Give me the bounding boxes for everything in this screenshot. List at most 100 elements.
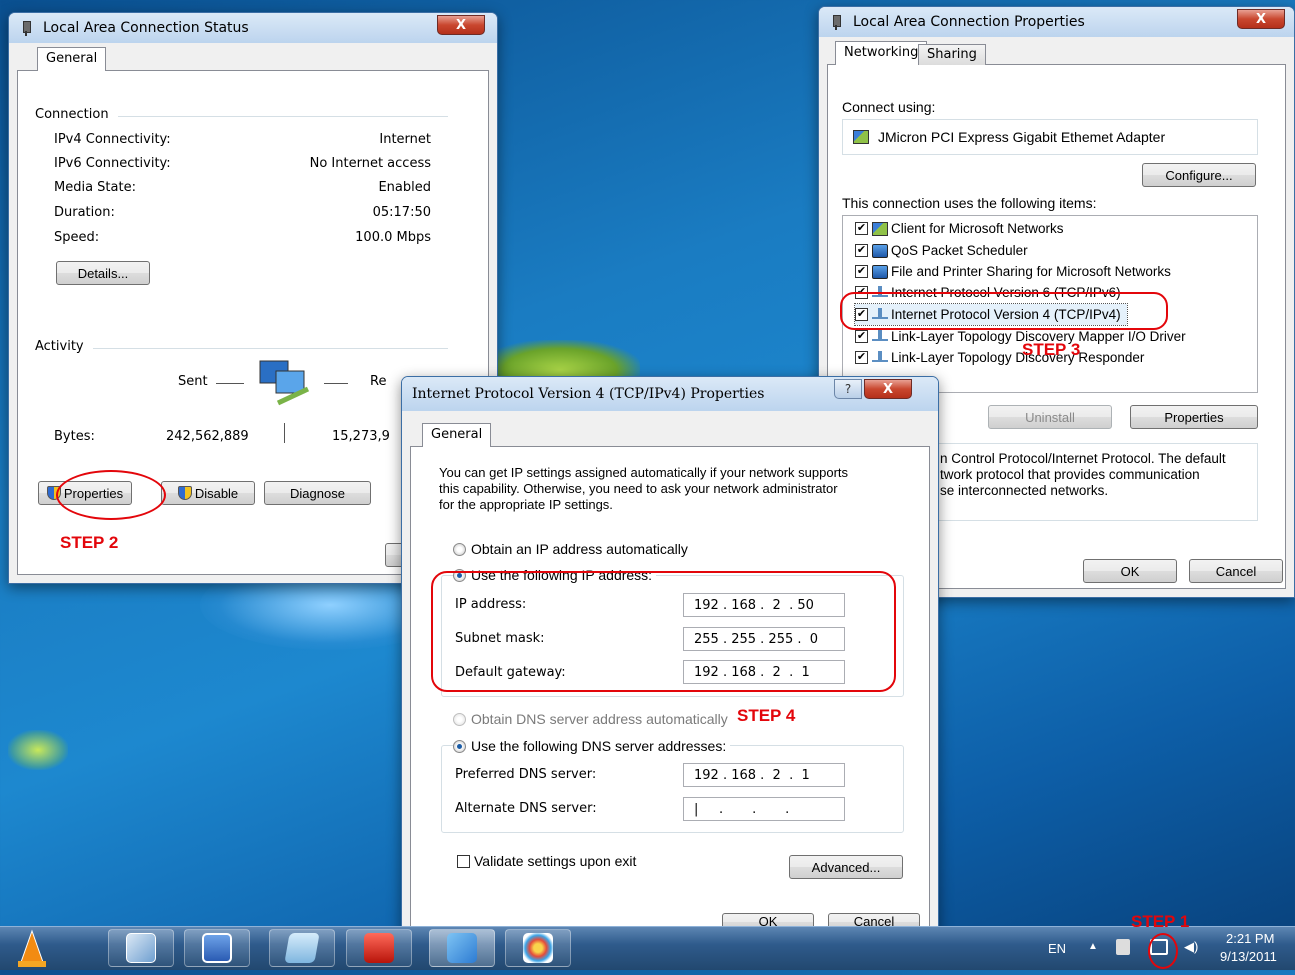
step2-label: STEP 2	[60, 533, 119, 552]
list-item[interactable]: ✔ File and Printer Sharing for Microsoft…	[855, 261, 1171, 282]
speed-label: Speed:	[54, 230, 100, 245]
checkbox-unchecked[interactable]	[457, 855, 470, 868]
configure-button[interactable]: Configure...	[1142, 163, 1256, 187]
validate-checkbox[interactable]: Validate settings upon exit	[457, 853, 636, 869]
adapter-name: JMicron PCI Express Gigabit Ethemet Adap…	[878, 129, 1166, 145]
list-item[interactable]: ✔ Link-Layer Topology Discovery Responde…	[855, 347, 1144, 368]
description-text: n Control Protocol/Internet Protocol. Th…	[940, 451, 1226, 498]
service-icon	[872, 243, 888, 258]
close-button[interactable]: X	[1237, 9, 1285, 29]
step4-label: STEP 4	[737, 706, 796, 725]
item-label: Client for Microsoft Networks	[891, 221, 1064, 236]
vlc-icon[interactable]	[10, 929, 72, 967]
language-indicator[interactable]: EN	[1048, 941, 1066, 956]
received-label: Re	[370, 374, 387, 389]
disable-button-label: Disable	[194, 485, 239, 501]
adapter-icon	[853, 130, 869, 144]
uac-shield-icon	[177, 486, 192, 500]
disable-button[interactable]: Disable	[161, 481, 255, 505]
virtualbox-icon[interactable]	[108, 929, 174, 967]
auto-dns-label: Obtain DNS server address automatically	[471, 711, 728, 727]
list-item[interactable]: ✔ Client for Microsoft Networks	[855, 218, 1064, 239]
protocol-icon	[872, 350, 888, 362]
item-label: File and Printer Sharing for Microsoft N…	[891, 264, 1171, 279]
step3-highlight	[840, 292, 1168, 330]
tab-general[interactable]: General	[37, 47, 107, 71]
wallpaper-leaf	[8, 730, 68, 770]
paint-icon[interactable]	[505, 929, 571, 967]
step4-highlight	[431, 571, 896, 692]
protocol-icon	[872, 329, 888, 341]
tab-sharing[interactable]: Sharing	[918, 44, 986, 65]
word-icon[interactable]	[184, 929, 250, 967]
media-state-label: Media State:	[54, 180, 136, 195]
status-window-titlebar[interactable]: Local Area Connection Status	[9, 13, 497, 43]
auto-dns-radio[interactable]: Obtain DNS server address automatically	[453, 711, 728, 727]
item-properties-button[interactable]: Properties	[1130, 405, 1258, 429]
list-item[interactable]: ✔ QoS Packet Scheduler	[855, 240, 1028, 261]
connection-header: Connection	[35, 107, 109, 122]
taskbar: EN ▲ ◀) 2:21 PM 9/13/2011	[0, 926, 1295, 970]
control-panel-icon[interactable]	[429, 929, 495, 967]
diagnose-button[interactable]: Diagnose	[264, 481, 371, 505]
auto-ip-radio[interactable]: Obtain an IP address automatically	[453, 541, 688, 557]
validate-label: Validate settings upon exit	[474, 853, 637, 869]
activity-header: Activity	[35, 339, 84, 354]
preferred-dns-field[interactable]: 192 . 168 . 2 . 1	[683, 763, 845, 787]
tab-networking[interactable]: Networking	[835, 41, 928, 65]
step3-label: STEP 3	[1022, 340, 1081, 359]
volume-icon[interactable]: ◀)	[1184, 939, 1198, 955]
ok-button[interactable]: OK	[1083, 559, 1177, 583]
preferred-dns-label: Preferred DNS server:	[455, 767, 597, 782]
bytes-received-value: 15,273,9	[332, 429, 390, 444]
items-label: This connection uses the following items…	[842, 195, 1097, 211]
received-line	[324, 383, 348, 384]
advanced-button[interactable]: Advanced...	[789, 855, 903, 879]
notepad-icon[interactable]	[269, 929, 335, 967]
checkbox-checked[interactable]: ✔	[855, 330, 868, 343]
show-hidden-icons[interactable]: ▲	[1088, 941, 1098, 952]
connect-using-label: Connect using:	[842, 99, 936, 115]
item-label: QoS Packet Scheduler	[891, 243, 1028, 258]
network-computers-icon	[258, 359, 318, 409]
uninstall-button[interactable]: Uninstall	[988, 405, 1112, 429]
acrobat-icon[interactable]	[346, 929, 412, 967]
help-button[interactable]: ?	[834, 379, 862, 399]
radio-selected[interactable]	[453, 740, 466, 753]
details-button[interactable]: Details...	[56, 261, 150, 285]
checkbox-checked[interactable]: ✔	[855, 244, 868, 257]
cancel-button[interactable]: Cancel	[1189, 559, 1283, 583]
properties-window-titlebar[interactable]: Local Area Connection Properties	[819, 7, 1294, 37]
radio-unselected[interactable]	[453, 713, 466, 726]
ipv6-connectivity-value: No Internet access	[309, 156, 431, 171]
clock-date[interactable]: 9/13/2011	[1220, 949, 1277, 964]
manual-dns-label: Use the following DNS server addresses:	[471, 738, 727, 754]
alternate-dns-label: Alternate DNS server:	[455, 801, 597, 816]
duration-label: Duration:	[54, 205, 115, 220]
bytes-sent-value: 242,562,889	[166, 429, 249, 444]
tab-general[interactable]: General	[422, 423, 492, 447]
bytes-label: Bytes:	[54, 429, 95, 444]
service-icon	[872, 264, 888, 279]
intro-text: You can get IP settings assigned automat…	[439, 465, 849, 512]
sent-label: Sent	[178, 374, 208, 389]
checkbox-checked[interactable]: ✔	[855, 222, 868, 235]
clock-time[interactable]: 2:21 PM	[1226, 931, 1274, 946]
checkbox-checked[interactable]: ✔	[855, 351, 868, 364]
network-adapter-icon	[19, 20, 33, 36]
checkbox-checked[interactable]: ✔	[855, 265, 868, 278]
speed-value: 100.0 Mbps	[355, 230, 431, 245]
power-icon[interactable]	[1116, 939, 1130, 955]
close-button[interactable]: X	[437, 15, 485, 35]
media-state-value: Enabled	[378, 180, 431, 195]
close-button[interactable]: X	[864, 379, 912, 399]
bytes-divider	[284, 423, 285, 443]
manual-dns-radio[interactable]: Use the following DNS server addresses:	[453, 738, 731, 754]
ipv4-connectivity-value: Internet	[379, 132, 431, 147]
radio-unselected[interactable]	[453, 543, 466, 556]
alternate-dns-field[interactable]: | . . .	[683, 797, 845, 821]
adapter-field: JMicron PCI Express Gigabit Ethemet Adap…	[842, 119, 1258, 155]
auto-ip-label: Obtain an IP address automatically	[471, 541, 688, 557]
item-label: Link-Layer Topology Discovery Responder	[891, 350, 1145, 365]
step2-highlight	[56, 470, 166, 520]
